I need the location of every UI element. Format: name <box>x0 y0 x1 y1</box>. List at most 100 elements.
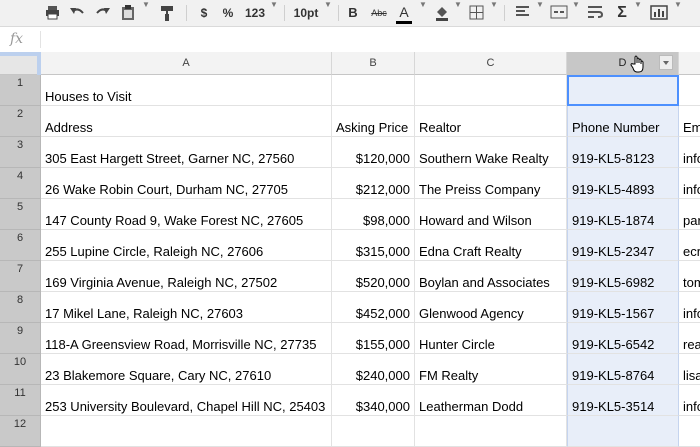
functions-dropdown-icon[interactable]: ▼ <box>634 0 642 9</box>
cell-a6[interactable]: 255 Lupine Circle, Raleigh NC, 27606 <box>41 230 332 261</box>
align-button[interactable] <box>512 0 532 26</box>
cell-e10[interactable]: lisa <box>679 354 700 385</box>
number-format-button[interactable]: 123 <box>242 0 268 26</box>
cell-c5[interactable]: Howard and Wilson <box>415 199 567 230</box>
column-header-e[interactable] <box>679 52 700 75</box>
select-all-corner[interactable] <box>0 52 41 75</box>
cell-c7[interactable]: Boylan and Associates <box>415 261 567 292</box>
cell-b5[interactable]: $98,000 <box>332 199 415 230</box>
cell-a7[interactable]: 169 Virginia Avenue, Raleigh NC, 27502 <box>41 261 332 292</box>
text-color-dropdown-icon[interactable]: ▼ <box>419 0 427 9</box>
insert-chart-button[interactable] <box>648 0 670 26</box>
cell-e11[interactable]: info <box>679 385 700 416</box>
cell-b6[interactable]: $315,000 <box>332 230 415 261</box>
formula-input[interactable] <box>44 30 698 50</box>
bold-button[interactable]: B <box>346 0 360 26</box>
cell-c1[interactable] <box>415 75 567 106</box>
cell-a10[interactable]: 23 Blakemore Square, Cary NC, 27610 <box>41 354 332 385</box>
cell-c8[interactable]: Glenwood Agency <box>415 292 567 323</box>
font-size-dropdown-icon[interactable]: ▼ <box>324 0 332 9</box>
frozen-row-handle[interactable] <box>0 52 41 56</box>
row-header-1[interactable]: 1 <box>0 75 41 106</box>
cell-a5[interactable]: 147 County Road 9, Wake Forest NC, 27605 <box>41 199 332 230</box>
cell-e4[interactable]: info <box>679 168 700 199</box>
cell-c3[interactable]: Southern Wake Realty <box>415 137 567 168</box>
cell-b2[interactable]: Asking Price <box>332 106 415 137</box>
fill-color-button[interactable] <box>432 0 452 26</box>
row-header-5[interactable]: 5 <box>0 199 41 230</box>
column-header-a[interactable]: A <box>41 52 332 75</box>
cell-d9[interactable]: 919-KL5-6542 <box>567 323 679 354</box>
currency-format-button[interactable]: $ <box>196 0 212 26</box>
cell-b1[interactable] <box>332 75 415 106</box>
cell-c4[interactable]: The Preiss Company <box>415 168 567 199</box>
paste-button[interactable] <box>118 0 138 26</box>
percent-format-button[interactable]: % <box>220 0 236 26</box>
cell-b7[interactable]: $520,000 <box>332 261 415 292</box>
cell-c11[interactable]: Leatherman Dodd <box>415 385 567 416</box>
cell-e8[interactable]: info <box>679 292 700 323</box>
cell-b3[interactable]: $120,000 <box>332 137 415 168</box>
cell-a9[interactable]: 118-A Greensview Road, Morrisville NC, 2… <box>41 323 332 354</box>
cell-d4[interactable]: 919-KL5-4893 <box>567 168 679 199</box>
row-header-10[interactable]: 10 <box>0 354 41 385</box>
cell-e12[interactable] <box>679 416 700 447</box>
fill-color-dropdown-icon[interactable]: ▼ <box>454 0 462 9</box>
functions-button[interactable]: Σ <box>614 0 630 26</box>
wrap-text-button[interactable] <box>584 0 606 26</box>
strikethrough-button[interactable]: Abc <box>368 0 390 26</box>
paint-format-button[interactable] <box>156 0 178 26</box>
row-header-2[interactable]: 2 <box>0 106 41 137</box>
cell-d10[interactable]: 919-KL5-8764 <box>567 354 679 385</box>
cell-d11[interactable]: 919-KL5-3514 <box>567 385 679 416</box>
row-header-12[interactable]: 12 <box>0 416 41 447</box>
redo-button[interactable] <box>92 0 114 26</box>
cell-c6[interactable]: Edna Craft Realty <box>415 230 567 261</box>
cell-e7[interactable]: tom <box>679 261 700 292</box>
cell-b12[interactable] <box>332 416 415 447</box>
row-header-9[interactable]: 9 <box>0 323 41 354</box>
cell-e6[interactable]: ecr <box>679 230 700 261</box>
borders-dropdown-icon[interactable]: ▼ <box>490 0 498 9</box>
cell-a3[interactable]: 305 East Hargett Street, Garner NC, 2756… <box>41 137 332 168</box>
borders-button[interactable] <box>466 0 486 26</box>
column-header-b[interactable]: B <box>332 52 415 75</box>
cell-d12[interactable] <box>567 416 679 447</box>
font-size-select[interactable]: 10pt <box>290 0 322 26</box>
row-header-7[interactable]: 7 <box>0 261 41 292</box>
cell-c9[interactable]: Hunter Circle <box>415 323 567 354</box>
cell-b10[interactable]: $240,000 <box>332 354 415 385</box>
cell-d3[interactable]: 919-KL5-8123 <box>567 137 679 168</box>
row-header-4[interactable]: 4 <box>0 168 41 199</box>
row-header-8[interactable]: 8 <box>0 292 41 323</box>
cell-a1[interactable]: Houses to Visit <box>41 75 332 106</box>
cell-b9[interactable]: $155,000 <box>332 323 415 354</box>
cell-b11[interactable]: $340,000 <box>332 385 415 416</box>
merge-cells-button[interactable] <box>548 0 570 26</box>
cell-a11[interactable]: 253 University Boulevard, Chapel Hill NC… <box>41 385 332 416</box>
row-header-6[interactable]: 6 <box>0 230 41 261</box>
undo-button[interactable] <box>66 0 88 26</box>
cell-a8[interactable]: 17 Mikel Lane, Raleigh NC, 27603 <box>41 292 332 323</box>
text-color-button[interactable]: A <box>396 1 412 24</box>
cell-a4[interactable]: 26 Wake Robin Court, Durham NC, 27705 <box>41 168 332 199</box>
paste-dropdown-icon[interactable]: ▼ <box>142 0 150 9</box>
row-header-11[interactable]: 11 <box>0 385 41 416</box>
row-header-3[interactable]: 3 <box>0 137 41 168</box>
cell-d8[interactable]: 919-KL5-1567 <box>567 292 679 323</box>
cell-a2[interactable]: Address <box>41 106 332 137</box>
cell-a12[interactable] <box>41 416 332 447</box>
column-header-d[interactable]: D <box>567 52 679 75</box>
cell-c12[interactable] <box>415 416 567 447</box>
cell-d6[interactable]: 919-KL5-2347 <box>567 230 679 261</box>
cell-e2[interactable]: Em <box>679 106 700 137</box>
cell-d5[interactable]: 919-KL5-1874 <box>567 199 679 230</box>
chart-dropdown-icon[interactable]: ▼ <box>674 0 682 9</box>
column-menu-dropdown-icon[interactable] <box>659 55 673 70</box>
cell-d2[interactable]: Phone Number <box>567 106 679 137</box>
cell-b8[interactable]: $452,000 <box>332 292 415 323</box>
merge-dropdown-icon[interactable]: ▼ <box>572 0 580 9</box>
print-button[interactable] <box>42 0 62 26</box>
align-dropdown-icon[interactable]: ▼ <box>536 0 544 9</box>
cell-c2[interactable]: Realtor <box>415 106 567 137</box>
